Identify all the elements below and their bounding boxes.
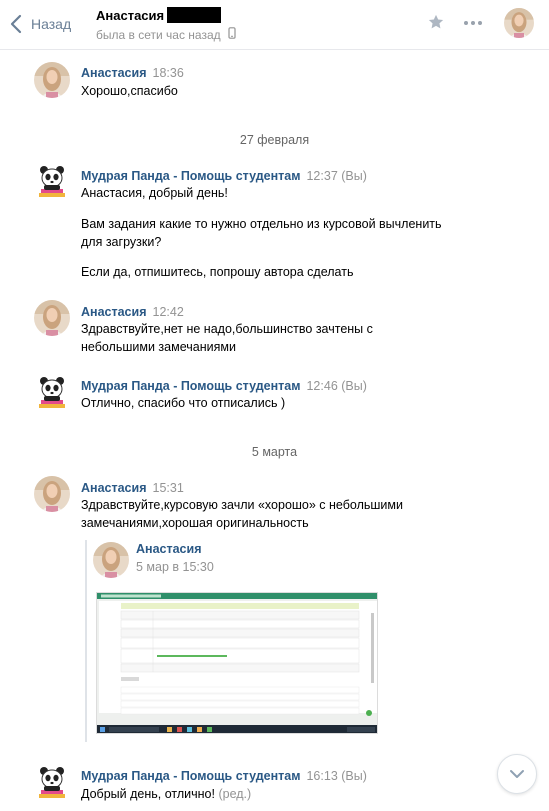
forwarded-date[interactable]: 5 мар в 15:30 — [136, 560, 214, 574]
edited-label[interactable]: (ред.) — [218, 787, 251, 801]
message-author[interactable]: Мудрая Панда - Помощь студентам — [81, 379, 300, 393]
message-time: 16:13 (Вы) — [306, 769, 367, 783]
message-text: Отлично, спасибо что отписались ) — [81, 396, 286, 410]
message-time: 15:31 — [152, 481, 184, 495]
message-text: Добрый день, отлично! (ред.) — [81, 785, 251, 803]
back-button[interactable]: Назад — [10, 12, 71, 36]
avatar[interactable] — [34, 300, 70, 336]
message-author[interactable]: Анастасия — [81, 66, 147, 80]
avatar[interactable] — [504, 8, 534, 38]
message-text: Здравствуйте,нет не надо,большинство зач… — [81, 322, 373, 336]
more-icon[interactable] — [463, 14, 483, 35]
message-time: 12:46 (Вы) — [306, 379, 367, 393]
avatar[interactable] — [34, 62, 70, 98]
online-status: была в сети час назад — [96, 27, 221, 42]
back-label: Назад — [31, 16, 72, 32]
avatar[interactable] — [34, 476, 70, 512]
panda-avatar[interactable] — [34, 374, 70, 410]
redaction-bar — [167, 7, 222, 23]
message-text: Если да, отпишитесь, попрошу автора сдел… — [81, 265, 354, 279]
chevron-down-icon — [510, 770, 524, 778]
message-text: Вам задания какие то нужно отдельно из к… — [81, 217, 442, 231]
chat-title: Анастасия — [96, 7, 165, 23]
star-icon[interactable] — [427, 13, 445, 34]
message-text: для загрузки? — [81, 235, 162, 249]
message-text: Здравствуйте,курсовую зачли «хорошо» с н… — [81, 498, 403, 512]
screenshot-attachment[interactable] — [96, 592, 378, 734]
forwarded-message: Анастасия 5 мар в 15:30 — [85, 540, 385, 742]
scroll-down-button[interactable] — [497, 754, 537, 794]
message-time: 18:36 — [152, 66, 184, 80]
message-text: небольшими замечаниями — [81, 340, 236, 354]
chevron-left-icon — [10, 14, 22, 34]
chat-title-block[interactable]: Анастасия была в сети час назад — [96, 7, 236, 42]
date-separator: 27 февраля — [239, 133, 310, 147]
message-author[interactable]: Мудрая Панда - Помощь студентам — [81, 769, 300, 783]
message-text: Хорошо,спасибо — [81, 84, 178, 98]
avatar[interactable] — [93, 542, 129, 578]
message-author[interactable]: Мудрая Панда - Помощь студентам — [81, 169, 300, 183]
message-author[interactable]: Анастасия — [81, 305, 147, 319]
message-text-content: Добрый день, отлично! — [81, 787, 215, 801]
message-text: Анастасия, добрый день! — [81, 186, 228, 200]
message-author[interactable]: Анастасия — [81, 481, 147, 495]
message-time: 12:37 (Вы) — [306, 169, 367, 183]
date-separator: 5 марта — [251, 445, 298, 459]
chat-header: Назад Анастасия была в сети час назад — [0, 0, 549, 50]
mobile-icon — [228, 27, 236, 42]
panda-avatar[interactable] — [34, 163, 70, 199]
forwarded-author[interactable]: Анастасия — [136, 542, 202, 556]
message-time: 12:42 — [152, 305, 184, 319]
panda-avatar[interactable] — [34, 764, 70, 800]
message-text: замечаниями,хорошая оригинальность — [81, 516, 309, 530]
